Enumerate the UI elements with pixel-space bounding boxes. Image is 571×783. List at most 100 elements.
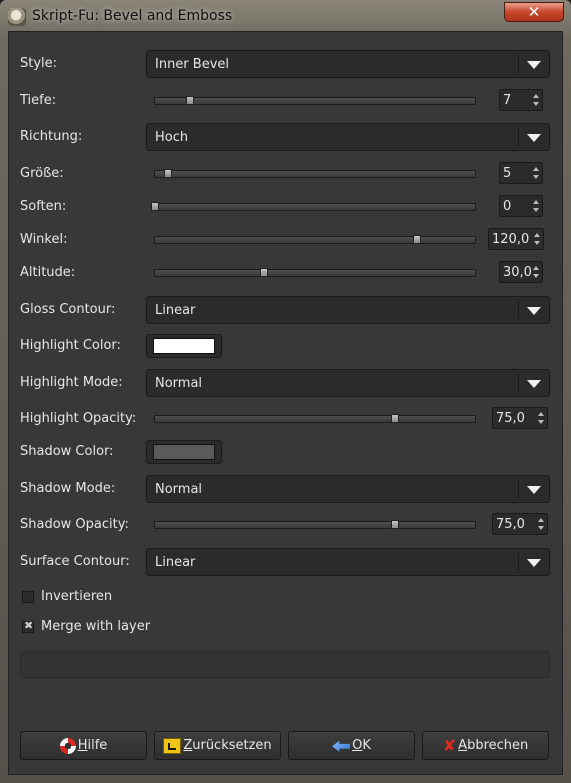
groesse-value: 5 [503,166,512,181]
chevron-down-icon [527,307,541,315]
help-button[interactable]: Hilfe [20,731,147,760]
shadow-opacity-slider[interactable] [154,520,476,529]
chevron-down-icon [527,61,541,69]
spin-down-icon[interactable] [533,175,539,179]
spin-down-icon[interactable] [534,241,540,245]
altitude-label: Altitude: [20,265,76,280]
shadow-opacity-value: 75,0 [496,517,525,532]
reset-accel: Z [183,738,193,753]
winkel-value: 120,0 [492,232,530,247]
soften-value: 0 [503,199,512,214]
chevron-down-icon [527,559,541,567]
merge-with-layer-checkbox[interactable]: ✖ [22,619,34,633]
invertieren-label[interactable]: Invertieren [41,589,112,604]
slider-thumb[interactable] [391,414,399,423]
shadow-mode-dropdown[interactable]: Normal [146,475,550,503]
ok-arrow-icon [332,740,351,752]
close-button[interactable]: ✕ [504,2,564,22]
cancel-button[interactable]: ✘ Abbrechen [422,731,549,760]
slider-thumb[interactable] [151,202,159,211]
reset-label: urücksetzen [192,738,272,753]
reset-button[interactable]: Zurücksetzen [154,731,281,760]
slider-thumb[interactable] [163,169,172,178]
shadow-opacity-label: Shadow Opacity: [20,517,129,532]
slider-thumb[interactable] [413,235,422,244]
ok-accel: O [352,738,363,753]
gimp-app-icon [8,8,26,26]
groesse-label: Größe: [20,166,64,181]
spin-up-icon[interactable] [538,518,544,522]
surface-contour-value: Linear [155,555,196,570]
slider-thumb[interactable] [259,268,268,277]
dropdown-separator [518,553,519,571]
style-label: Style: [20,56,58,71]
highlight-mode-dropdown[interactable]: Normal [146,369,550,397]
spin-up-icon[interactable] [534,233,540,237]
highlight-mode-value: Normal [155,376,203,391]
cancel-label: bbrechen [467,738,529,753]
groesse-slider[interactable] [154,169,476,178]
winkel-label: Winkel: [20,232,68,247]
winkel-spinbox[interactable]: 120,0 [488,228,544,250]
tiefe-label: Tiefe: [20,93,57,108]
richtung-label: Richtung: [20,129,83,144]
altitude-slider[interactable] [154,268,476,277]
dropdown-separator [518,480,519,498]
tiefe-slider[interactable] [154,96,476,105]
spin-up-icon[interactable] [533,266,539,270]
winkel-slider[interactable] [154,235,476,244]
spin-down-icon[interactable] [533,208,539,212]
dropdown-separator [518,55,519,73]
cancel-x-icon: ✘ [442,735,457,755]
tiefe-spinbox[interactable]: 7 [499,89,543,111]
soften-spinbox[interactable]: 0 [499,195,543,217]
gloss-contour-value: Linear [155,303,196,318]
chevron-down-icon [527,380,541,388]
style-dropdown[interactable]: Inner Bevel [146,50,550,78]
shadow-color-button[interactable] [146,440,222,464]
gloss-contour-dropdown[interactable]: Linear [146,296,550,324]
surface-contour-dropdown[interactable]: Linear [146,548,550,576]
checkmark-icon: ✖ [24,619,34,632]
richtung-value: Hoch [155,130,189,145]
dropdown-separator [518,301,519,319]
progress-bar [20,651,550,678]
highlight-color-button[interactable] [146,334,222,358]
spin-up-icon[interactable] [533,94,539,98]
cancel-accel: A [458,738,468,753]
tiefe-value: 7 [503,93,512,108]
shadow-opacity-spinbox[interactable]: 75,0 [492,513,548,535]
soften-label: Soften: [20,199,67,214]
spin-up-icon[interactable] [533,200,539,204]
soften-slider[interactable] [151,202,476,211]
slider-thumb[interactable] [391,520,399,529]
shadow-mode-label: Shadow Mode: [20,481,116,496]
altitude-spinbox[interactable]: 30,0 [499,261,543,283]
highlight-opacity-spinbox[interactable]: 75,0 [492,407,548,429]
surface-contour-label: Surface Contour: [20,554,130,569]
highlight-opacity-slider[interactable] [154,414,476,423]
spin-up-icon[interactable] [533,167,539,171]
lifebuoy-icon [59,737,76,754]
spin-down-icon[interactable] [533,274,539,278]
spin-down-icon[interactable] [538,526,544,530]
highlight-opacity-label: Highlight Opacity: [20,411,137,426]
window-title: Skript-Fu: Bevel and Emboss [32,8,233,24]
invertieren-checkbox[interactable] [22,591,34,603]
dropdown-separator [518,128,519,146]
ok-label: K [362,738,371,753]
slider-thumb[interactable] [186,96,195,105]
shadow-mode-value: Normal [155,482,203,497]
spin-down-icon[interactable] [538,420,544,424]
highlight-color-label: Highlight Color: [20,338,121,353]
spin-up-icon[interactable] [538,412,544,416]
highlight-opacity-value: 75,0 [496,411,525,426]
merge-with-layer-label[interactable]: Merge with layer [41,619,150,634]
ok-button[interactable]: OK [288,731,415,760]
style-value: Inner Bevel [155,57,230,72]
chevron-down-icon [527,486,541,494]
richtung-dropdown[interactable]: Hoch [146,123,550,151]
title-bar[interactable]: Skript-Fu: Bevel and Emboss ✕ [0,0,571,32]
spin-down-icon[interactable] [533,102,539,106]
groesse-spinbox[interactable]: 5 [499,162,543,184]
